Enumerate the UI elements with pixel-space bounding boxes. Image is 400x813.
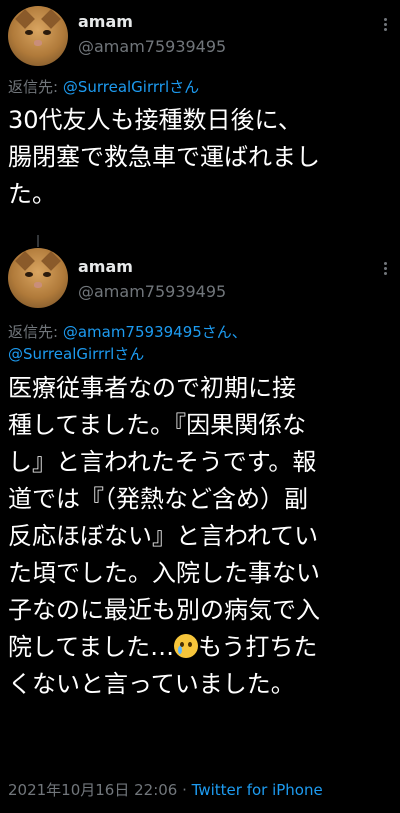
tweet-metadata: 2021年10月16日 22:06 · Twitter for iPhone — [8, 779, 323, 800]
source-link[interactable]: Twitter for iPhone — [192, 781, 323, 799]
timestamp[interactable]: 2021年10月16日 22:06 — [8, 781, 177, 799]
reply-context: 返信先: @SurrealGirrrlさん — [8, 76, 199, 98]
reply-to-link[interactable]: @SurrealGirrrlさん — [63, 78, 199, 96]
avatar[interactable] — [8, 6, 68, 66]
reply-prefix: 返信先: — [8, 78, 63, 96]
avatar[interactable] — [8, 248, 68, 308]
tweet-text: 医療従事者なので初期に接 種してました。『因果関係な し』と言われたそうです。報… — [8, 370, 394, 703]
display-name[interactable]: amam — [78, 12, 133, 31]
reply-to-link[interactable]: @amam75939495さん、 — [63, 323, 247, 341]
more-options-icon[interactable] — [384, 18, 388, 33]
thread-connector — [37, 235, 39, 247]
tweet-text-part1: 医療従事者なので初期に接 種してました。『因果関係な し』と言われたそうです。報… — [8, 374, 320, 661]
separator: · — [177, 781, 192, 799]
reply-prefix: 返信先: — [8, 323, 63, 341]
tweet-text: 30代友人も接種数日後に、 腸閉塞で救急車で運ばれまし た。 — [8, 106, 320, 208]
reply-to-link[interactable]: @SurrealGirrrlさん — [8, 345, 144, 363]
crying-face-icon — [174, 634, 199, 658]
user-handle[interactable]: @amam75939495 — [78, 37, 226, 56]
user-handle[interactable]: @amam75939495 — [78, 282, 226, 301]
more-options-icon[interactable] — [384, 262, 388, 277]
display-name[interactable]: amam — [78, 257, 133, 276]
reply-context: 返信先: @amam75939495さん、 @SurrealGirrrlさん — [8, 321, 247, 365]
